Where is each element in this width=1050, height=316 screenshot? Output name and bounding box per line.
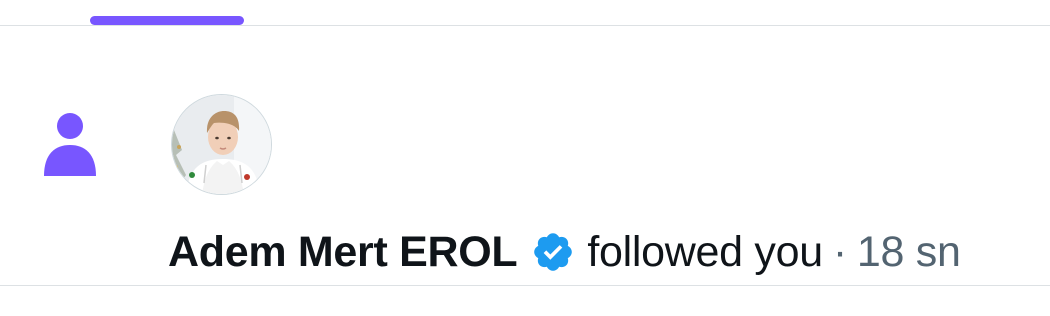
timestamp[interactable]: 18 sn — [857, 222, 961, 282]
person-icon — [44, 113, 96, 176]
avatar-photo — [172, 95, 271, 194]
active-tab-indicator — [90, 16, 244, 25]
separator-dot: · — [832, 228, 847, 276]
user-name[interactable]: Adem Mert EROL — [168, 222, 518, 282]
user-avatar[interactable] — [171, 94, 272, 195]
notification-text: Adem Mert EROL followed you · 18 sn — [168, 222, 961, 282]
notification-action: followed you — [587, 228, 823, 276]
verified-badge-icon — [534, 233, 573, 271]
notifications-page: Adem Mert EROL followed you · 18 sn — [0, 0, 1050, 316]
follow-notification[interactable]: Adem Mert EROL followed you · 18 sn — [0, 26, 1050, 285]
notification-divider — [0, 285, 1050, 286]
